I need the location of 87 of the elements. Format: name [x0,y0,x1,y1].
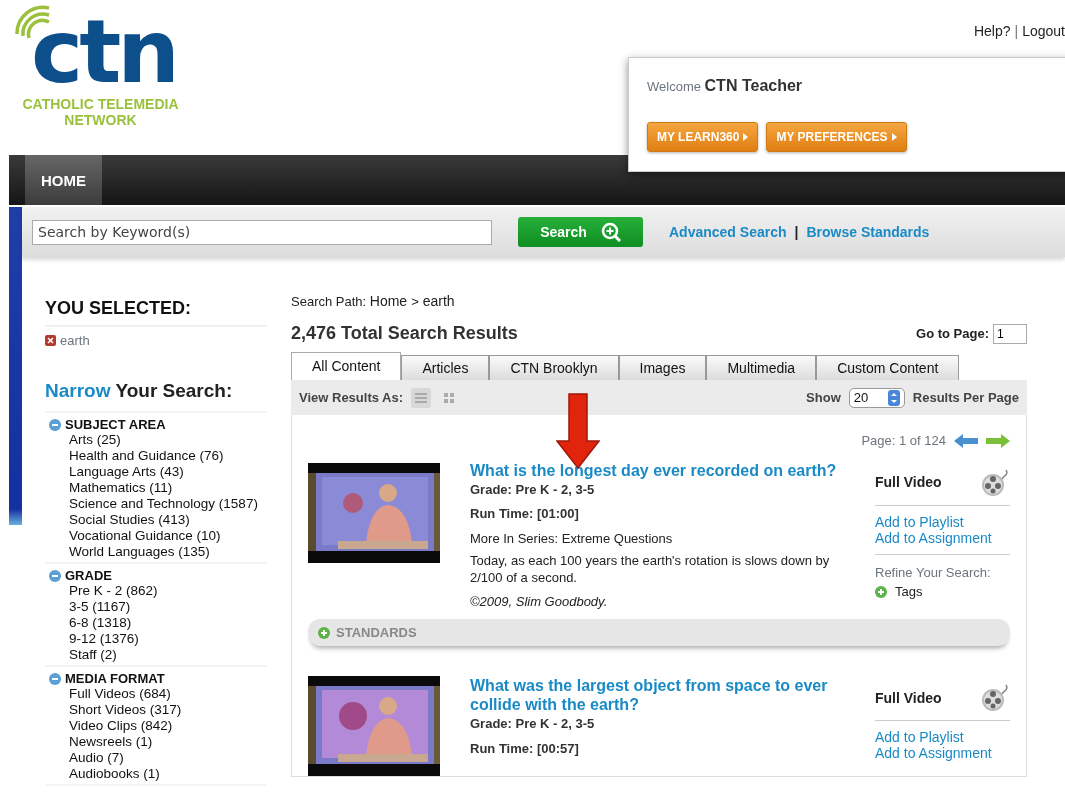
filter-option[interactable]: World Languages (135) [69,544,267,560]
section-heading: Narrow Your Search: [45,379,233,401]
breadcrumb-separator: > [411,294,419,309]
result-action[interactable]: Add to Playlist [875,729,1010,746]
filter-option[interactable]: 9-12 (1376) [69,631,267,647]
view-label: View Results As: [299,388,404,407]
filter-group-title[interactable]: SUBJECT AREA [65,417,166,432]
filter-group-title[interactable]: GRADE [65,568,112,583]
series-link[interactable]: Extreme Questions [561,530,673,546]
result-title[interactable]: What was the largest object from space to ever collide with the earth? [470,676,859,715]
link-separator: | [1014,23,1019,39]
per-page-select[interactable]: 20 [848,387,905,408]
list-view-icon[interactable] [411,387,432,408]
film-reel-icon [980,684,1010,713]
filter-option[interactable]: Audiobooks (1) [69,766,267,782]
filter-option[interactable]: Staff (2) [69,647,267,663]
caret-icon [743,133,749,141]
copyright-text: ©2009, Slim Goodbody. [470,592,609,611]
previous-arrow-icon [954,433,978,448]
breadcrumb-link[interactable]: Home [369,293,408,309]
collapse-icon[interactable] [49,569,61,582]
filter-option[interactable]: Full Videos (684) [69,686,267,702]
tags-link[interactable]: Tags [895,582,923,602]
page-indicator: Page: 1 of 124 [861,432,946,450]
filter-option[interactable]: Health and Guidance (76) [69,448,267,464]
search-icon [600,222,621,242]
content-tab[interactable]: CTN Brooklyn [489,355,619,380]
media-format: Full Video [875,688,942,708]
welcome-label: Welcome [647,79,702,94]
refine-label: Refine Your Search: [875,563,992,582]
run-time: Run Time: [01:00] [470,505,580,523]
filter-option[interactable]: Audio (7) [69,750,267,766]
filter-option[interactable]: Newsreels (1) [69,734,267,750]
film-reel-icon [980,468,1010,497]
per-page-label: Results Per Page [912,388,1019,407]
user-name: CTN Teacher [704,77,803,94]
logo-mark[interactable]: ctn [31,8,176,96]
filter-option[interactable]: Mathematics (11) [69,480,267,496]
run-time: Run Time: [00:57] [470,739,580,758]
content-tab[interactable]: Multimedia [706,355,817,380]
results-count: 2,476 Total Search Results [291,322,518,345]
filter-group-title[interactable]: MEDIA FORMAT [65,671,165,686]
result-action[interactable]: Add to Assignment [875,529,1010,546]
filter-option[interactable]: Science and Technology (1587) [69,496,267,512]
filter-option[interactable]: Short Videos (317) [69,702,267,718]
show-label: Show [806,388,841,407]
collapse-icon[interactable] [49,418,61,431]
dropdown-arrows-icon [887,389,900,406]
link-separator: | [794,223,799,240]
result-description: Today, as each 100 years the earth's rotation is slows down by 2/100 of a second. [470,553,831,587]
breadcrumb-link[interactable]: earth [422,293,455,309]
remove-icon [45,335,56,347]
search-button[interactable]: Search [518,217,643,247]
grade-level: Grade: Pre K - 2, 3-5 [470,480,596,499]
media-format: Full Video [875,473,942,492]
page-jump-label: Go to Page: [916,324,989,343]
page-field[interactable]: 1 [993,323,1027,344]
plus-icon [318,626,330,639]
filter-option[interactable]: 6-8 (1318) [69,615,267,631]
nav-tab[interactable]: HOME [25,155,102,205]
filter-option[interactable]: Vocational Guidance (10) [69,528,267,544]
filter-option[interactable]: 3-5 (1167) [69,599,267,615]
content-tab[interactable]: All Content [291,352,402,380]
breadcrumb-label: Search Path: [291,294,368,309]
filter-option[interactable]: Arts (25) [69,432,267,448]
header-link[interactable]: Help? [973,23,1011,39]
result-action[interactable]: Add to Playlist [875,513,1010,530]
plus-icon [875,585,887,598]
header-link[interactable]: Logout [1022,23,1065,39]
caret-icon [891,133,897,141]
result-title[interactable]: What is the longest day ever recorded on earth? [470,460,859,480]
content-tab[interactable]: Custom Content [816,355,960,380]
result-action[interactable]: Add to Assignment [875,745,1010,762]
search-field[interactable]: Search by Keyword(s) [32,219,492,245]
collapse-icon[interactable] [49,672,61,685]
filter-option[interactable]: Pre K - 2 (862) [69,583,267,599]
filter-option[interactable]: Video Clips (842) [69,718,267,734]
content-tab[interactable]: Articles [401,355,490,380]
logo-name: CATHOLIC TELEMEDIA NETWORK [21,96,180,129]
content-tab[interactable]: Images [618,355,707,380]
next-arrow-icon [986,433,1010,448]
grade-level: Grade: Pre K - 2, 3-5 [470,715,596,734]
section-heading: YOU SELECTED: [45,295,267,327]
series-label: More In Series: [470,530,560,546]
filter-option[interactable]: Language Arts (43) [69,464,267,480]
filter-option[interactable]: Social Studies (413) [69,512,267,528]
selected-filter[interactable]: earth [60,331,90,351]
